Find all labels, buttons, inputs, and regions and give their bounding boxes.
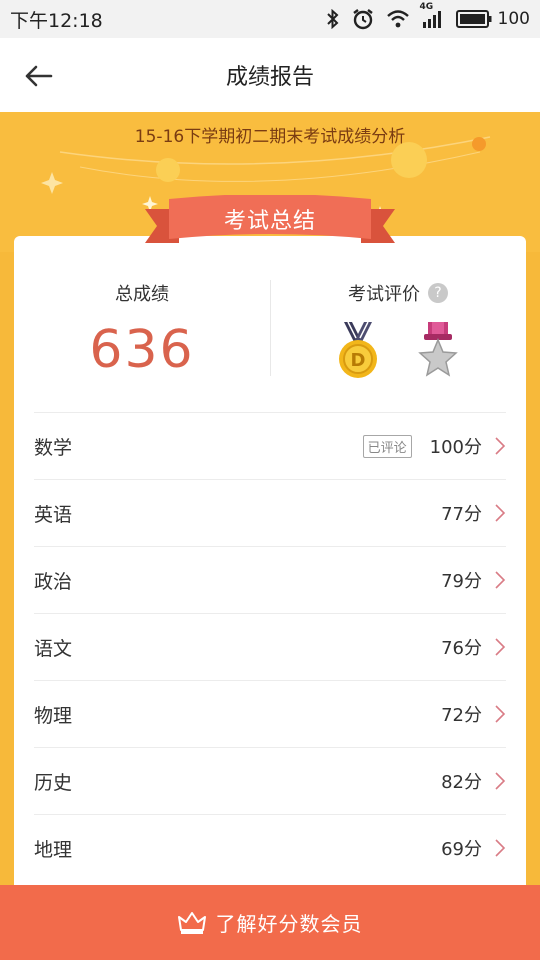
- chevron-right-icon: [495, 504, 506, 522]
- chevron-right-icon: [495, 705, 506, 723]
- commented-badge: 已评论: [362, 434, 412, 458]
- subject-name: 数学: [34, 436, 73, 459]
- row-right: 82分: [441, 768, 506, 794]
- subject-name: 语文: [34, 637, 73, 660]
- subject-name: 物理: [34, 704, 73, 727]
- subject-score: 77分: [441, 504, 482, 525]
- subject-row-chinese[interactable]: 语文 76分: [34, 613, 506, 680]
- medal-list: D: [270, 322, 526, 380]
- subject-row-history[interactable]: 历史 82分: [34, 747, 506, 814]
- alarm-icon: [352, 9, 373, 30]
- status-time: 下午12:18: [10, 9, 103, 32]
- help-icon[interactable]: ?: [428, 283, 448, 303]
- signal-indicator: 4G: [420, 2, 444, 28]
- back-button[interactable]: [20, 58, 56, 94]
- silver-star-medal-icon[interactable]: [416, 322, 460, 380]
- membership-button[interactable]: 了解好分数会员: [0, 885, 540, 960]
- evaluation-label-row: 考试评价 ?: [348, 280, 448, 306]
- total-score-section: 总成绩 636: [14, 280, 270, 380]
- crown-icon: [177, 911, 206, 934]
- subject-score: 79分: [441, 571, 482, 592]
- chevron-right-icon: [495, 839, 506, 857]
- row-right: 76分: [441, 634, 506, 660]
- battery-indicator: 100: [455, 9, 530, 29]
- row-right: 69分: [441, 835, 506, 861]
- row-right: 已评论 100分: [362, 433, 506, 459]
- row-right: 72分: [441, 701, 506, 727]
- evaluation-label: 考试评价: [348, 284, 420, 305]
- exam-summary-ribbon: 考试总结: [145, 195, 395, 253]
- membership-label: 了解好分数会员: [215, 912, 363, 936]
- total-score-value: 636: [89, 320, 195, 380]
- subject-score: 82分: [441, 772, 482, 793]
- medal-letter: D: [351, 350, 366, 371]
- battery-level: 100: [497, 9, 530, 29]
- status-icons: 4G 100: [326, 2, 530, 30]
- page-title: 成绩报告: [225, 65, 314, 90]
- subject-score: 69分: [441, 839, 482, 860]
- subject-row-english[interactable]: 英语 77分: [34, 479, 506, 546]
- exam-title: 15-16下学期初二期末考试成绩分析: [134, 127, 406, 147]
- chevron-right-icon: [495, 571, 506, 589]
- nav-bar: 成绩报告: [0, 38, 540, 112]
- battery-icon: [455, 10, 492, 28]
- wifi-icon: [386, 10, 409, 28]
- chevron-right-icon: [495, 772, 506, 790]
- row-right: 77分: [441, 500, 506, 526]
- chevron-right-icon: [495, 638, 506, 656]
- network-label: 4G: [419, 2, 434, 12]
- subject-name: 英语: [34, 503, 73, 526]
- score-summary: 总成绩 636 考试评价 ? D: [14, 280, 526, 380]
- signal-icon: [422, 11, 441, 28]
- evaluation-section: 考试评价 ? D: [270, 280, 526, 380]
- subject-row-physics[interactable]: 物理 72分: [34, 680, 506, 747]
- back-arrow-icon: [25, 65, 53, 87]
- subject-name: 政治: [34, 570, 73, 593]
- summary-card: 总成绩 636 考试评价 ? D 数学 已评论 100分 英语 77分 政治 7…: [14, 236, 526, 960]
- subject-row-geography[interactable]: 地理 69分: [34, 814, 506, 881]
- subject-score: 100分: [429, 437, 482, 458]
- bluetooth-icon: [326, 9, 339, 29]
- subject-name: 地理: [34, 838, 73, 861]
- chevron-right-icon: [495, 437, 506, 455]
- gold-medal-icon[interactable]: D: [336, 322, 380, 380]
- subject-score: 72分: [441, 705, 482, 726]
- status-bar: 下午12:18 4G 100: [0, 0, 540, 38]
- ribbon-label: 考试总结: [223, 209, 316, 234]
- subject-row-politics[interactable]: 政治 79分: [34, 546, 506, 613]
- subject-score-list: 数学 已评论 100分 英语 77分 政治 79分 语文 76分 物理 72分 …: [34, 412, 506, 881]
- subject-name: 历史: [34, 771, 73, 794]
- row-right: 79分: [441, 567, 506, 593]
- total-score-label: 总成绩: [115, 284, 169, 305]
- subject-row-math[interactable]: 数学 已评论 100分: [34, 412, 506, 479]
- subject-score: 76分: [441, 638, 482, 659]
